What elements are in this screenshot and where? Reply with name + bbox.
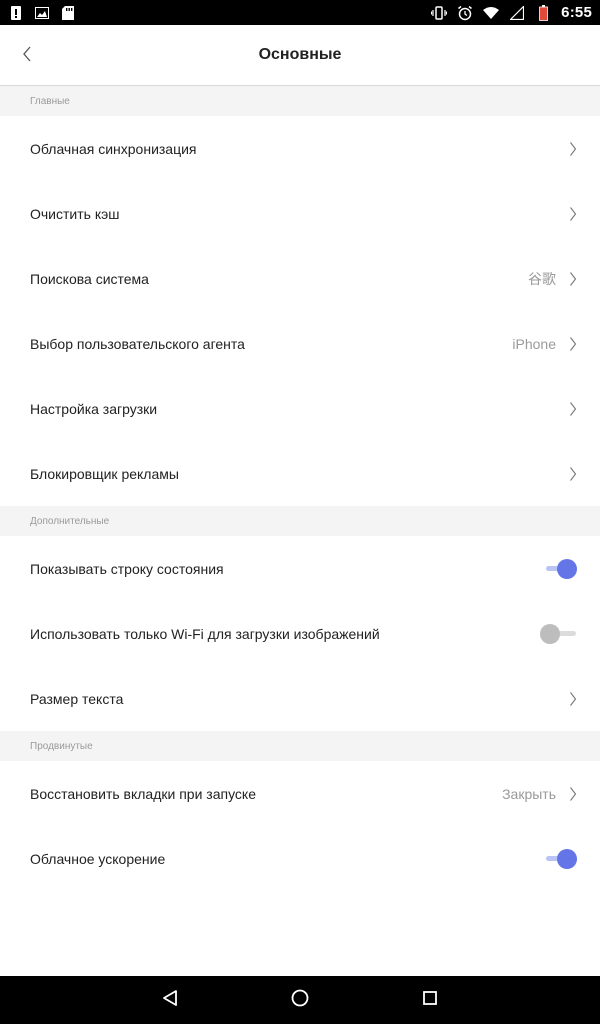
navigation-bar	[0, 976, 600, 1024]
circle-home-icon	[290, 988, 310, 1013]
row-label: Выбор пользовательского агента	[30, 335, 245, 352]
triangle-back-icon	[161, 989, 179, 1012]
cloud-sync-row[interactable]: Облачная синхронизация	[0, 116, 600, 181]
toggle-thumb	[540, 623, 560, 644]
status-right: 6:55	[431, 4, 592, 21]
vibrate-icon	[431, 5, 448, 21]
wifi-icon	[483, 5, 500, 21]
chevron-right-icon	[568, 335, 578, 353]
row-label: Использовать только Wi-Fi для загрузки и…	[30, 625, 380, 642]
row-label: Блокировщик рекламы	[30, 465, 179, 482]
row-label: Облачная синхронизация	[30, 140, 197, 157]
user-agent-value: iPhone	[512, 335, 556, 352]
alert-icon	[8, 5, 24, 21]
chevron-right-icon	[568, 140, 578, 158]
row-label: Настройка загрузки	[30, 400, 158, 417]
ad-blocker-row[interactable]: Блокировщик рекламы	[0, 441, 600, 506]
square-recents-icon	[421, 989, 439, 1012]
chevron-right-icon	[568, 270, 578, 288]
wifi-only-images-toggle[interactable]	[540, 623, 578, 644]
chevron-right-icon	[568, 400, 578, 418]
nav-home-button[interactable]	[284, 984, 316, 1016]
chevron-right-icon	[568, 205, 578, 223]
nav-recents-button[interactable]	[414, 984, 446, 1016]
download-settings-row[interactable]: Настройка загрузки	[0, 376, 600, 441]
search-engine-row[interactable]: Поискова система 谷歌	[0, 246, 600, 311]
chevron-left-icon	[22, 45, 32, 68]
search-engine-value: 谷歌	[528, 270, 556, 287]
status-bar: 6:55	[0, 0, 600, 25]
row-label: Восстановить вкладки при запуске	[30, 785, 256, 802]
page-title: Основные	[258, 46, 342, 63]
cloud-acceleration-row[interactable]: Облачное ускорение	[0, 826, 600, 891]
battery-icon	[535, 4, 551, 21]
text-size-row[interactable]: Размер текста	[0, 666, 600, 731]
section-header-main: Главные	[0, 86, 600, 116]
back-button[interactable]	[10, 39, 44, 73]
image-icon	[34, 5, 50, 21]
row-label: Поискова система	[30, 270, 149, 287]
header: Основные	[0, 25, 600, 86]
section-header-advanced: Продвинутые	[0, 731, 600, 761]
wifi-only-images-row[interactable]: Использовать только Wi-Fi для загрузки и…	[0, 601, 600, 666]
row-label: Размер текста	[30, 690, 124, 707]
nav-back-button[interactable]	[154, 984, 186, 1016]
section-header-extra: Дополнительные	[0, 506, 600, 536]
show-status-bar-toggle[interactable]	[544, 558, 578, 579]
row-label: Облачное ускорение	[30, 850, 166, 867]
signal-icon	[509, 5, 525, 21]
row-label: Показывать строку состояния	[30, 560, 224, 577]
alarm-icon	[457, 5, 473, 21]
chevron-right-icon	[568, 785, 578, 803]
settings-list: Главные Облачная синхронизация Очистить …	[0, 86, 600, 891]
show-status-bar-row[interactable]: Показывать строку состояния	[0, 536, 600, 601]
user-agent-row[interactable]: Выбор пользовательского агента iPhone	[0, 311, 600, 376]
chevron-right-icon	[568, 465, 578, 483]
toggle-thumb	[557, 848, 577, 869]
restore-tabs-row[interactable]: Восстановить вкладки при запуске Закрыть	[0, 761, 600, 826]
sd-card-icon	[60, 5, 76, 21]
clear-cache-row[interactable]: Очистить кэш	[0, 181, 600, 246]
restore-tabs-value: Закрыть	[502, 785, 556, 802]
toggle-thumb	[557, 558, 577, 579]
status-left	[8, 5, 76, 21]
row-label: Очистить кэш	[30, 205, 120, 222]
cloud-acceleration-toggle[interactable]	[544, 848, 578, 869]
chevron-right-icon	[568, 690, 578, 708]
status-time: 6:55	[561, 4, 592, 21]
